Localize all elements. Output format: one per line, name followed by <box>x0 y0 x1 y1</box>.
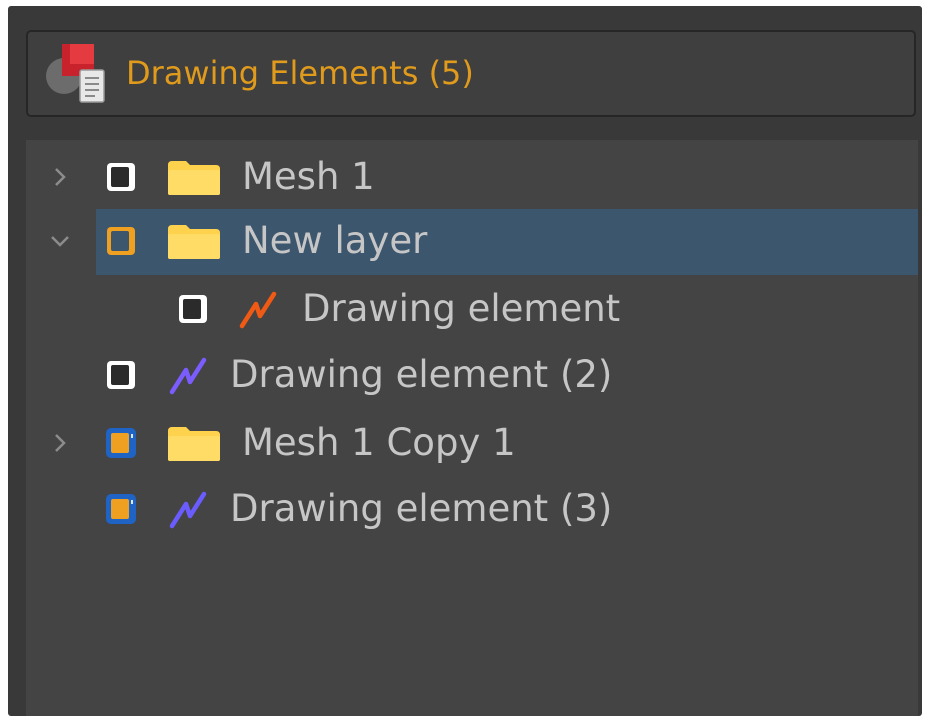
visibility-checkbox-icon[interactable] <box>106 494 136 524</box>
visibility-checkbox-icon[interactable] <box>106 428 136 458</box>
tree-row-label: Drawing element (3) <box>230 487 613 530</box>
tree-row-drawing-element[interactable]: Drawing element <box>26 276 918 342</box>
tree-row-drawing-element-2[interactable]: Drawing element (2) <box>26 342 918 408</box>
tree-row-mesh-1[interactable]: Mesh 1 <box>26 144 918 210</box>
tree-row-label: Mesh 1 Copy 1 <box>242 421 516 464</box>
chevron-right-icon[interactable] <box>48 431 72 455</box>
drawing-stroke-icon <box>238 290 278 330</box>
chevron-right-icon[interactable] <box>48 165 72 189</box>
tree-row-label: New layer <box>242 219 428 262</box>
tree-row-label: Drawing element <box>302 287 621 330</box>
drawing-elements-icon <box>42 40 106 104</box>
visibility-checkbox-icon[interactable] <box>106 226 136 256</box>
tree-row-drawing-element-3[interactable]: Drawing element (3) <box>26 476 918 542</box>
chevron-down-icon[interactable] <box>48 229 72 253</box>
folder-icon <box>166 425 222 463</box>
tree-row-label: Drawing element (2) <box>230 353 613 396</box>
tree-row-new-layer[interactable]: New layer <box>26 208 918 275</box>
layer-tree: Mesh 1 New layer Drawing element Drawing… <box>26 140 918 716</box>
visibility-checkbox-icon[interactable] <box>178 294 208 324</box>
drawing-stroke-icon <box>168 490 208 530</box>
panel-header[interactable]: Drawing Elements (5) <box>26 30 916 117</box>
visibility-checkbox-icon[interactable] <box>106 162 136 192</box>
panel-title: Drawing Elements (5) <box>126 54 474 92</box>
tree-row-mesh-1-copy-1[interactable]: Mesh 1 Copy 1 <box>26 410 918 476</box>
tree-row-label: Mesh 1 <box>242 155 375 198</box>
folder-icon <box>166 159 222 197</box>
drawing-stroke-icon <box>168 356 208 396</box>
folder-icon <box>166 223 222 261</box>
visibility-checkbox-icon[interactable] <box>106 360 136 390</box>
